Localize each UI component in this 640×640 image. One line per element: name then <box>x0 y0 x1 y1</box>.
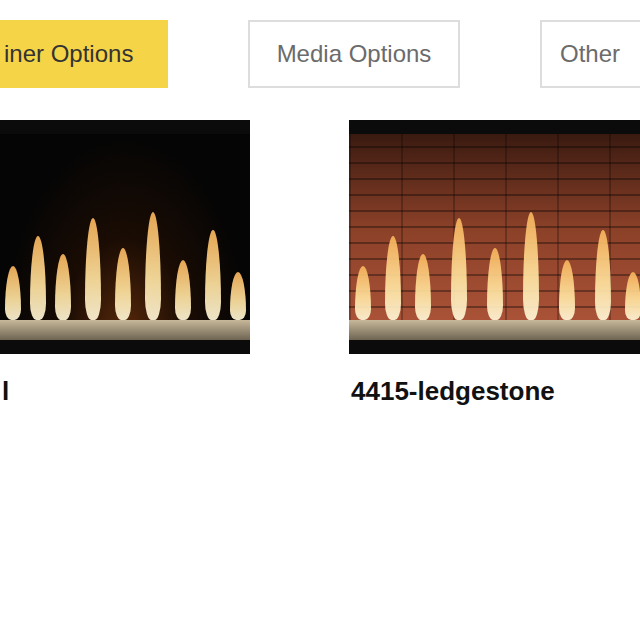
flames-icon <box>0 200 250 320</box>
tile-caption: 4415-ledgestone <box>349 354 640 407</box>
tab-bar: iner Options Media Options Other <box>0 0 640 88</box>
option-tile[interactable]: l <box>0 120 250 407</box>
flames-icon <box>349 200 640 320</box>
fireplace-photo[interactable] <box>0 120 250 354</box>
tab[interactable]: Media Options <box>248 20 460 88</box>
media-bed <box>0 320 250 340</box>
tab[interactable]: iner Options <box>0 20 168 88</box>
tab[interactable]: Other <box>540 20 640 88</box>
media-bed <box>349 320 640 340</box>
option-tile[interactable]: 4415-ledgestone <box>349 120 640 407</box>
tile-caption: l <box>0 354 250 407</box>
fireplace-photo[interactable] <box>349 120 640 354</box>
page: iner Options Media Options Other l 4415-ledg… <box>0 0 640 640</box>
tile-grid: l 4415-ledgestone <box>0 120 640 407</box>
